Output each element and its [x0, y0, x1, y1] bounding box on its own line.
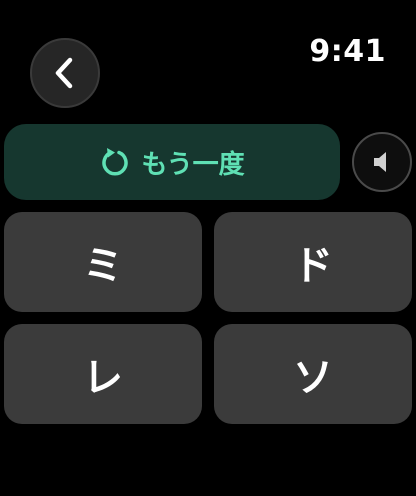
replay-button[interactable]: もう一度 [4, 124, 340, 200]
answer-button-re[interactable]: レ [4, 324, 202, 424]
status-time: 9:41 [309, 34, 386, 69]
answer-button-so[interactable]: ソ [214, 324, 412, 424]
chevron-left-icon [55, 57, 73, 89]
answer-button-do[interactable]: ド [214, 212, 412, 312]
sound-button[interactable] [352, 132, 412, 192]
back-button[interactable] [30, 38, 100, 108]
replay-label: もう一度 [141, 149, 245, 180]
speaker-icon [374, 152, 386, 172]
answer-button-mi[interactable]: ミ [4, 212, 202, 312]
replay-icon [102, 148, 129, 176]
